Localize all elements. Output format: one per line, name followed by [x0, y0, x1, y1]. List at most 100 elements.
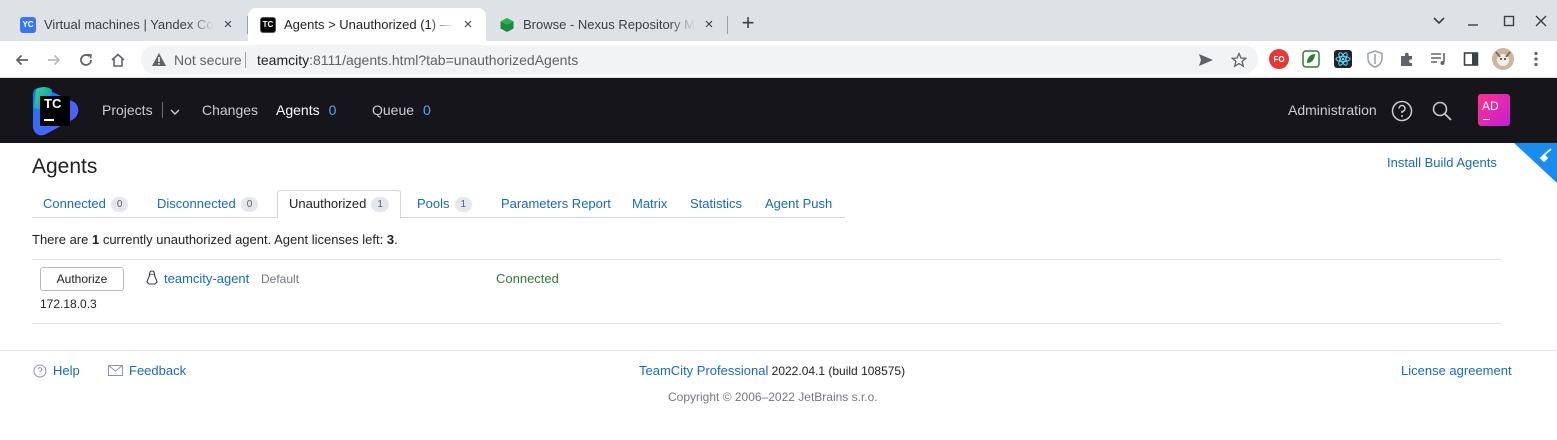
close-tab-icon[interactable]: ×	[701, 16, 717, 33]
nav-projects[interactable]: Projects	[102, 102, 180, 118]
install-build-agents-link[interactable]: Install Build Agents	[1387, 155, 1497, 170]
product-version: TeamCity Professional 2022.04.1 (build 1…	[639, 363, 905, 378]
reload-icon[interactable]	[74, 48, 98, 72]
search-icon[interactable]	[1430, 99, 1454, 123]
forward-arrow-icon[interactable]	[42, 48, 66, 72]
home-icon[interactable]	[106, 48, 130, 72]
tab-count-badge: 1	[371, 197, 389, 212]
browser-tabstrip: YC Virtual machines | Yandex Compute Clo…	[0, 0, 1557, 41]
address-bar[interactable]: Not secure teamcity:8111/agents.html?tab…	[141, 45, 1258, 74]
tab-separator	[247, 16, 248, 34]
avatar-underscore	[1483, 119, 1490, 120]
user-avatar[interactable]: AD	[1478, 94, 1510, 126]
teamcity-logo-text: TC	[44, 96, 62, 111]
nav-agents[interactable]: Agents 0	[276, 102, 336, 118]
close-window-icon[interactable]	[1530, 10, 1552, 32]
close-tab-icon[interactable]: ×	[460, 16, 476, 33]
version-text: 2022.04.1 (build 108575)	[768, 364, 906, 378]
chevron-down-icon[interactable]	[170, 102, 180, 118]
profile-avatar-icon[interactable]	[1492, 48, 1514, 70]
minimize-icon[interactable]	[1462, 10, 1484, 32]
back-arrow-icon[interactable]	[10, 48, 34, 72]
agents-tabs: Connected 0 Disconnected 0 Unauthorized 1 P…	[32, 190, 845, 219]
linux-icon	[144, 270, 160, 286]
url-path: :8111/agents.html?tab=unauthorizedAgents	[309, 52, 579, 68]
unauthorized-summary: There are 1 currently unauthorized agent…	[32, 232, 398, 247]
feedback-link[interactable]: Feedback	[108, 363, 186, 378]
media-control-icon[interactable]	[1429, 49, 1449, 69]
nav-agents-count: 0	[328, 102, 337, 118]
tab-label: Connected	[43, 196, 106, 211]
close-tab-icon[interactable]: ×	[220, 16, 236, 33]
browser-tab-title: Virtual machines | Yandex Compute Cloud	[44, 17, 214, 32]
address-divider	[245, 52, 246, 68]
tab-label: Unauthorized	[289, 196, 367, 211]
maximize-icon[interactable]	[1498, 10, 1520, 32]
nav-queue[interactable]: Queue 0	[372, 102, 431, 118]
nav-changes-label: Changes	[202, 102, 259, 118]
copyright-text: Copyright © 2006–2022 JetBrains s.r.o.	[668, 390, 878, 404]
tab-label: Statistics	[690, 196, 743, 211]
tab-unauthorized[interactable]: Unauthorized 1	[277, 190, 401, 219]
tab-parameters-report[interactable]: Parameters Report	[490, 190, 622, 218]
help-icon	[33, 364, 47, 378]
tab-count-badge: 1	[454, 197, 473, 212]
feedback-link-label: Feedback	[129, 363, 187, 378]
browser-tab-teamcity[interactable]: TC Agents > Unauthorized (1) — TeamCity …	[248, 8, 486, 41]
tab-count-badge: 0	[240, 197, 259, 212]
teamcity-header: TC Projects Changes Agents 0 Queue 0 Adm…	[0, 78, 1557, 143]
agent-name-link[interactable]: teamcity-agent	[164, 271, 249, 286]
chrome-menu-icon[interactable]	[1526, 49, 1546, 69]
tab-agent-push[interactable]: Agent Push	[754, 190, 843, 218]
extension-shield-icon[interactable]	[1365, 49, 1385, 69]
browser-tab-nexus[interactable]: Browse - Nexus Repository Manager ×	[487, 8, 727, 41]
help-link-label: Help	[53, 363, 80, 378]
url-text[interactable]: teamcity:8111/agents.html?tab=unauthoriz…	[257, 52, 578, 68]
new-tab-button[interactable]: +	[737, 12, 759, 34]
nav-changes[interactable]: Changes	[202, 102, 258, 118]
side-panel-icon[interactable]	[1461, 49, 1481, 69]
help-circle-icon[interactable]	[1390, 99, 1414, 123]
tab-search-chevron-icon[interactable]	[1428, 10, 1450, 32]
send-icon[interactable]	[1197, 51, 1215, 69]
tab-disconnected[interactable]: Disconnected 0	[146, 190, 269, 218]
extension-fo-icon[interactable]: FO	[1269, 49, 1289, 69]
extension-react-icon[interactable]	[1333, 49, 1353, 69]
feedback-corner-badge[interactable]	[1514, 143, 1557, 183]
agent-status: Connected	[496, 271, 559, 286]
bookmark-star-icon[interactable]	[1230, 51, 1248, 69]
tab-label: Agent Push	[765, 196, 833, 211]
footer-divider	[0, 350, 1557, 351]
security-label[interactable]: Not secure	[174, 52, 242, 68]
summary-text: There are	[32, 232, 92, 247]
tab-statistics[interactable]: Statistics	[679, 190, 753, 218]
tab-label: Pools	[417, 196, 450, 211]
nav-queue-count: 0	[423, 102, 431, 118]
browser-tab-yandex[interactable]: YC Virtual machines | Yandex Compute Clo…	[8, 8, 246, 41]
envelope-icon	[108, 365, 123, 376]
extension-leaf-icon[interactable]	[1301, 49, 1321, 69]
tab-label: Matrix	[632, 196, 668, 211]
logo-underscore	[44, 119, 54, 121]
authorize-button[interactable]: Authorize	[40, 267, 124, 291]
agent-pool-label: Default	[261, 272, 300, 286]
table-divider	[32, 259, 1502, 260]
product-link[interactable]: TeamCity Professional	[639, 363, 768, 378]
extensions-puzzle-icon[interactable]	[1397, 49, 1417, 69]
browser-tab-title: Browse - Nexus Repository Manager	[523, 17, 695, 32]
tab-matrix[interactable]: Matrix	[621, 190, 678, 218]
license-agreement-link[interactable]: License agreement	[1401, 363, 1512, 378]
user-avatar-initials: AD	[1482, 99, 1499, 113]
teamcity-logo[interactable]: TC	[30, 86, 80, 136]
summary-text: currently unauthorized agent. Agent lice…	[99, 232, 387, 247]
administration-link[interactable]: Administration	[1288, 102, 1377, 118]
browser-tab-title: Agents > Unauthorized (1) — TeamCity	[284, 17, 454, 32]
tab-pools[interactable]: Pools 1	[406, 190, 483, 218]
page-title: Agents	[32, 155, 98, 178]
url-host: teamcity	[257, 52, 310, 68]
nav-projects-label: Projects	[102, 102, 153, 118]
nav-projects-divider	[161, 102, 163, 118]
warning-triangle-icon[interactable]	[151, 52, 167, 70]
help-link[interactable]: Help	[33, 363, 80, 378]
tab-connected[interactable]: Connected 0	[32, 190, 139, 218]
